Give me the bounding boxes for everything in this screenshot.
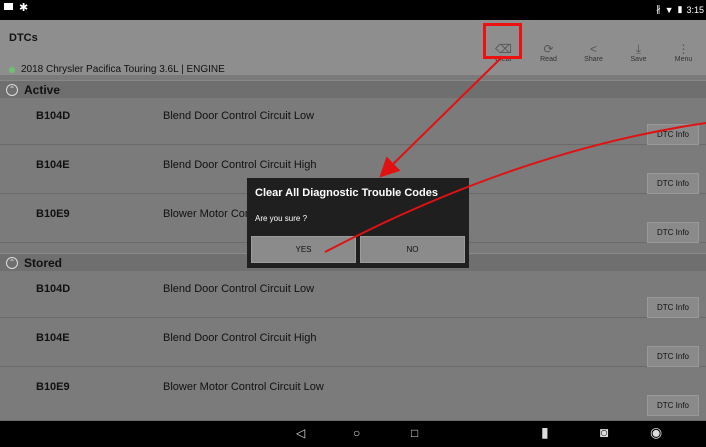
camera-icon[interactable]: ◉ — [650, 424, 662, 441]
dtc-row[interactable]: B10E9 Blower Motor Control Circuit Low D… — [0, 369, 706, 421]
wifi-icon: ▼ — [664, 4, 674, 15]
dtc-row[interactable]: B104E Blend Door Control Circuit High DT… — [0, 320, 706, 367]
app-header: DTCs 2018 Chrysler Pacifica Touring 3.6L… — [0, 20, 706, 75]
collapse-icon: ⌃ — [6, 256, 18, 269]
dtc-info-button[interactable]: DTC Info — [647, 395, 699, 416]
bluetooth-icon: ∦ — [656, 4, 661, 14]
status-bar: ✱ ∦ ▼ ▮ 3:15 — [0, 0, 706, 20]
menu-button[interactable]: ⋮ Menu — [661, 42, 706, 72]
refresh-icon: ⟳ — [543, 42, 554, 56]
dtc-info-button[interactable]: DTC Info — [647, 297, 699, 318]
dtc-info-button[interactable]: DTC Info — [647, 173, 699, 194]
vehicle-info: 2018 Chrysler Pacifica Touring 3.6L | EN… — [9, 64, 225, 75]
home-icon[interactable]: ○ — [353, 426, 360, 440]
share-icon: < — [589, 42, 597, 56]
no-button[interactable]: NO — [360, 236, 465, 263]
read-button[interactable]: ⟳ Read — [526, 42, 571, 72]
notification-icon — [4, 3, 13, 10]
nav-bar: ◁ ○ □ ▮ ◙ ◉ — [0, 421, 706, 447]
download-icon: ⤓ — [635, 42, 642, 56]
dialog-title: Clear All Diagnostic Trouble Codes — [255, 187, 438, 199]
battery-icon: ▮ — [677, 4, 683, 14]
save-button[interactable]: ⤓ Save — [616, 42, 661, 72]
vehicle-label: 2018 Chrysler Pacifica Touring 3.6L | EN… — [21, 64, 225, 75]
section-header-active[interactable]: ⌃ Active — [0, 80, 706, 99]
collapse-icon: ⌃ — [6, 83, 18, 96]
clear-button-highlight — [483, 23, 522, 59]
yes-button[interactable]: YES — [251, 236, 356, 263]
back-icon[interactable]: ◁ — [296, 426, 305, 440]
page-title: DTCs — [9, 32, 38, 44]
menu-dots-icon: ⋮ — [677, 42, 690, 56]
clear-codes-dialog: Clear All Diagnostic Trouble Codes Are y… — [247, 178, 469, 268]
dtc-info-button[interactable]: DTC Info — [647, 222, 699, 243]
dtc-row[interactable]: B104D Blend Door Control Circuit Low DTC… — [0, 271, 706, 318]
recents-icon[interactable]: □ — [411, 426, 418, 440]
dialog-message: Are you sure ? — [255, 214, 308, 223]
settings-gear-icon: ✱ — [19, 2, 29, 14]
connection-status-icon — [9, 66, 15, 73]
share-button[interactable]: < Share — [571, 42, 616, 72]
vci-status-icon[interactable]: ▮ — [541, 424, 549, 441]
dtc-info-button[interactable]: DTC Info — [647, 124, 699, 145]
dtc-info-button[interactable]: DTC Info — [647, 346, 699, 367]
clock: 3:15 — [686, 4, 704, 15]
screenshot-icon[interactable]: ◙ — [600, 424, 608, 440]
dtc-row[interactable]: B104D Blend Door Control Circuit Low DTC… — [0, 98, 706, 145]
